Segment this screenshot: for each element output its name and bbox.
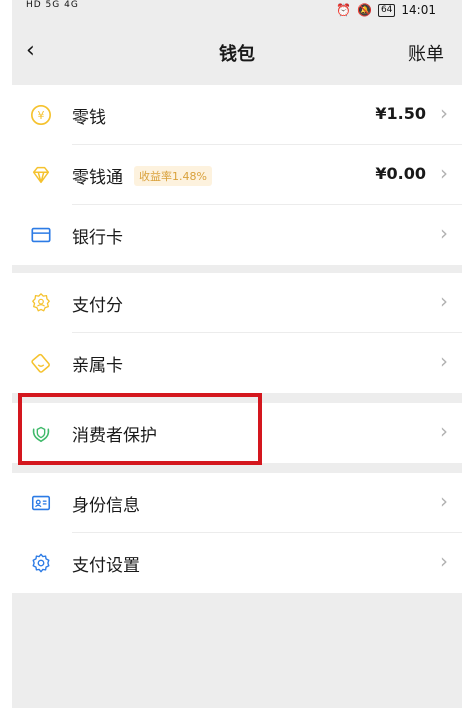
svg-text:¥: ¥ bbox=[38, 109, 45, 122]
highlight-box bbox=[18, 393, 262, 465]
list-item-pay-settings[interactable]: 支付设置 › bbox=[12, 533, 462, 593]
mute-icon: 🔕 bbox=[357, 3, 372, 17]
signal-indicators: HD 5G 4G bbox=[26, 0, 79, 10]
chevron-right-icon: › bbox=[440, 489, 448, 513]
list-item-identity[interactable]: 身份信息 › bbox=[12, 473, 462, 533]
item-label: 亲属卡 bbox=[72, 356, 123, 376]
diamond-icon bbox=[32, 166, 50, 184]
chevron-right-icon: › bbox=[440, 161, 448, 185]
chevron-right-icon: › bbox=[440, 289, 448, 313]
family-card-icon bbox=[31, 353, 50, 373]
item-amount: ¥1.50 bbox=[375, 104, 426, 123]
item-label: 银行卡 bbox=[72, 228, 123, 248]
chevron-right-icon: › bbox=[440, 101, 448, 125]
left-edge bbox=[0, 0, 12, 708]
settings-icon bbox=[32, 553, 50, 573]
id-card-icon bbox=[31, 495, 51, 511]
battery-icon: 64 bbox=[377, 3, 396, 17]
list-item-bank-card[interactable]: 银行卡 › bbox=[12, 205, 462, 265]
yen-coin-icon: ¥ bbox=[31, 105, 51, 125]
item-amount: ¥0.00 bbox=[375, 164, 426, 183]
chevron-right-icon: › bbox=[440, 549, 448, 573]
wallet-group-4: 身份信息 › 支付设置 › bbox=[12, 473, 462, 593]
list-item-change-plus[interactable]: 零钱通 收益率1.48% ¥0.00 › bbox=[12, 145, 462, 205]
clock: 14:01 bbox=[401, 3, 436, 17]
yield-badge: 收益率1.48% bbox=[134, 166, 212, 186]
chevron-right-icon: › bbox=[440, 349, 448, 373]
status-right: ⏰ 🔕 64 14:01 bbox=[336, 3, 436, 17]
list-item-pay-score[interactable]: 支付分 › bbox=[12, 273, 462, 333]
status-bar: HD 5G 4G ⏰ 🔕 64 14:01 bbox=[12, 0, 462, 24]
alarm-icon: ⏰ bbox=[336, 3, 351, 17]
item-label: 身份信息 bbox=[72, 496, 140, 516]
chevron-right-icon: › bbox=[440, 419, 448, 443]
item-label: 支付分 bbox=[72, 296, 123, 316]
bill-button[interactable]: 账单 bbox=[408, 40, 444, 66]
wallet-group-1: ¥ 零钱 ¥1.50 › 零钱通 收益率1.48% ¥0.00 › 银行卡 › bbox=[12, 85, 462, 265]
item-label: 零钱 bbox=[72, 108, 106, 128]
item-label: 零钱通 bbox=[72, 168, 123, 188]
card-icon bbox=[31, 227, 51, 243]
score-icon bbox=[32, 293, 50, 312]
nav-bar: ‹ 钱包 账单 bbox=[12, 24, 462, 82]
wallet-group-2: 支付分 › 亲属卡 › bbox=[12, 273, 462, 393]
list-item-family-card[interactable]: 亲属卡 › bbox=[12, 333, 462, 393]
chevron-right-icon: › bbox=[440, 221, 448, 245]
item-label: 支付设置 bbox=[72, 556, 140, 576]
list-item-change[interactable]: ¥ 零钱 ¥1.50 › bbox=[12, 85, 462, 145]
page-title: 钱包 bbox=[219, 44, 255, 65]
